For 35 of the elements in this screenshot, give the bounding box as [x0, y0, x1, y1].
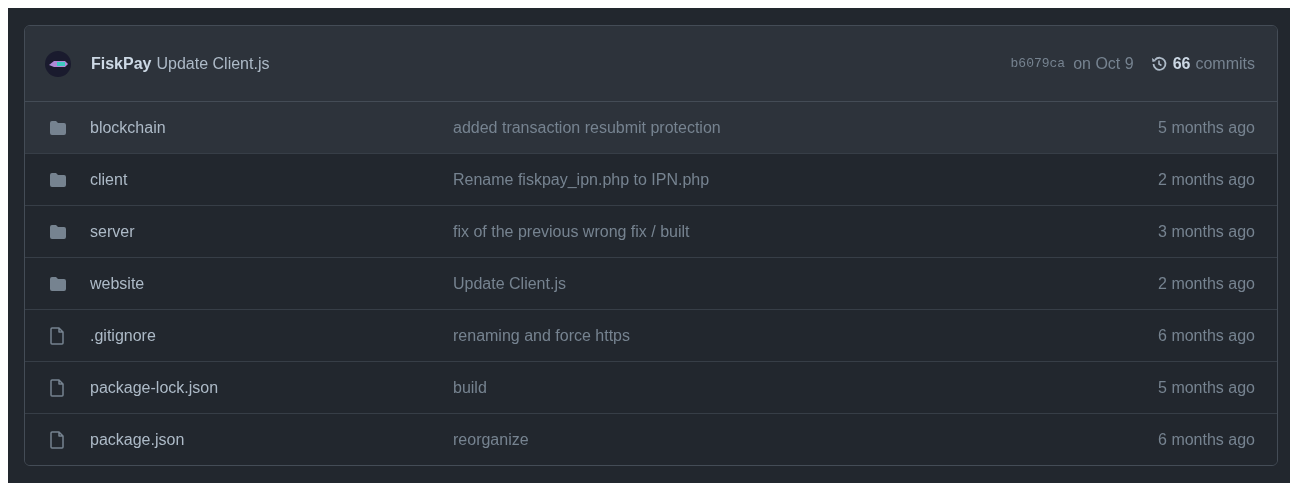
commit-age: 5 months ago [1158, 118, 1255, 137]
avatar-icon[interactable] [45, 50, 71, 77]
file-icon [49, 430, 65, 449]
commit-message-link[interactable]: reorganize [453, 430, 1159, 449]
file-name-link[interactable]: package-lock.json [90, 378, 453, 397]
file-name-link[interactable]: client [90, 170, 453, 189]
file-row[interactable]: blockchain added transaction resubmit protection 5 months ago [25, 102, 1277, 153]
file-name-link[interactable]: server [90, 222, 453, 241]
commit-message-link[interactable]: Rename fiskpay_ipn.php to IPN.php [453, 170, 1159, 189]
file-name-link[interactable]: website [90, 274, 453, 293]
commit-age: 2 months ago [1158, 170, 1255, 189]
commit-age: 5 months ago [1158, 378, 1255, 397]
commit-age: 6 months ago [1158, 326, 1255, 345]
commit-age: 2 months ago [1158, 274, 1255, 293]
commit-date: on Oct 9 [1073, 54, 1134, 73]
commit-age: 3 months ago [1158, 222, 1255, 241]
commit-age: 6 months ago [1158, 430, 1255, 449]
commit-message-link[interactable]: Update Client.js [156, 54, 270, 73]
commit-message-link[interactable]: fix of the previous wrong fix / built [453, 222, 1159, 241]
folder-icon [49, 223, 67, 240]
commits-link[interactable]: 66 commits [1149, 54, 1255, 73]
folder-icon [49, 275, 67, 292]
commit-author-link[interactable]: FiskPay [91, 54, 152, 73]
folder-icon [49, 119, 67, 136]
commit-message-link[interactable]: build [453, 378, 1159, 397]
folder-icon [49, 171, 67, 188]
file-icon [49, 326, 65, 345]
history-icon [1149, 54, 1168, 73]
file-name-link[interactable]: blockchain [90, 118, 453, 137]
file-name-link[interactable]: .gitignore [90, 326, 453, 345]
commit-message-link[interactable]: Update Client.js [453, 274, 1159, 293]
file-row[interactable]: package.json reorganize 6 months ago [25, 413, 1277, 465]
file-icon [49, 378, 65, 397]
commit-message-link[interactable]: renaming and force https [453, 326, 1159, 345]
file-name-link[interactable]: package.json [90, 430, 453, 449]
